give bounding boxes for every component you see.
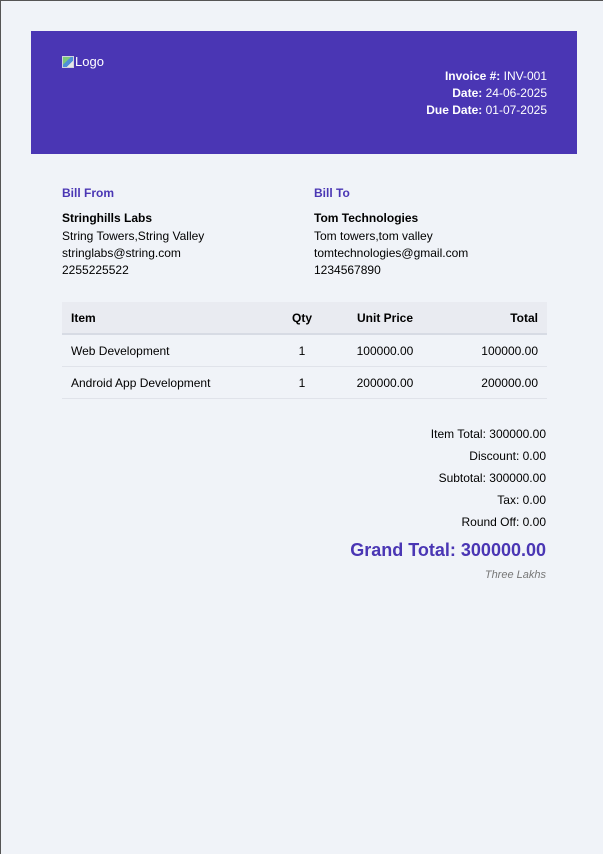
cell-qty: 1: [273, 366, 331, 399]
cell-unit-price: 100000.00: [331, 334, 439, 367]
totals-section: Item Total: 300000.00 Discount: 0.00 Sub…: [350, 423, 546, 581]
invoice-date-row: Date: 24-06-2025: [426, 85, 547, 102]
broken-image-icon: [62, 55, 74, 68]
bill-from-title: Bill From: [62, 186, 115, 200]
bill-to-address: Tom towers,tom valley: [314, 229, 433, 243]
grand-total: Grand Total: 300000.00: [350, 540, 546, 560]
subtotal: Subtotal: 300000.00: [438, 471, 546, 485]
due-date-label: Due Date:: [426, 103, 483, 117]
cell-item: Web Development: [62, 334, 273, 367]
line-items-table: Item Qty Unit Price Total Web Developmen…: [62, 302, 547, 399]
bill-from-phone: 2255225522: [62, 263, 129, 277]
bill-to-email: tomtechnologies@gmail.com: [314, 246, 469, 260]
bill-from-email: stringlabs@string.com: [62, 246, 181, 260]
invoice-date: 24-06-2025: [485, 86, 547, 100]
bill-to-section: Bill To Tom Technologies Tom towers,tom …: [314, 185, 468, 279]
column-header-item: Item: [62, 302, 273, 335]
invoice-number: INV-001: [503, 69, 547, 83]
round-off: Round Off: 0.00: [461, 515, 546, 529]
bill-to-title: Bill To: [314, 186, 350, 200]
company-logo: Logo: [62, 54, 104, 69]
due-date-row: Due Date: 01-07-2025: [426, 102, 547, 119]
invoice-date-label: Date:: [452, 86, 483, 100]
tax: Tax: 0.00: [497, 493, 546, 507]
column-header-qty: Qty: [273, 302, 331, 335]
item-total: Item Total: 300000.00: [430, 427, 546, 441]
cell-total: 200000.00: [439, 366, 547, 399]
table-row: Android App Development 1 200000.00 2000…: [62, 366, 547, 399]
table-header-row: Item Qty Unit Price Total: [62, 302, 547, 335]
bill-to-name: Tom Technologies: [314, 211, 419, 225]
bill-from-section: Bill From Stringhills Labs String Towers…: [62, 185, 204, 279]
invoice-meta: Invoice #: INV-001 Date: 24-06-2025 Due …: [426, 68, 547, 119]
cell-item: Android App Development: [62, 366, 273, 399]
invoice-header: Logo Invoice #: INV-001 Date: 24-06-2025…: [31, 31, 577, 154]
invoice-number-label: Invoice #:: [444, 69, 501, 83]
invoice-page: Logo Invoice #: INV-001 Date: 24-06-2025…: [0, 0, 603, 854]
column-header-total: Total: [439, 302, 547, 335]
cell-unit-price: 200000.00: [331, 366, 439, 399]
due-date: 01-07-2025: [485, 103, 547, 117]
cell-total: 100000.00: [439, 334, 547, 367]
bill-to-phone: 1234567890: [314, 263, 381, 277]
logo-alt-text: Logo: [75, 54, 104, 69]
bill-from-name: Stringhills Labs: [62, 211, 153, 225]
amount-in-words: Three Lakhs: [484, 569, 546, 581]
discount: Discount: 0.00: [469, 449, 546, 463]
cell-qty: 1: [273, 334, 331, 367]
table-row: Web Development 1 100000.00 100000.00: [62, 334, 547, 367]
invoice-number-row: Invoice #: INV-001: [426, 68, 547, 85]
column-header-unit-price: Unit Price: [331, 302, 439, 335]
bill-from-address: String Towers,String Valley: [62, 229, 205, 243]
